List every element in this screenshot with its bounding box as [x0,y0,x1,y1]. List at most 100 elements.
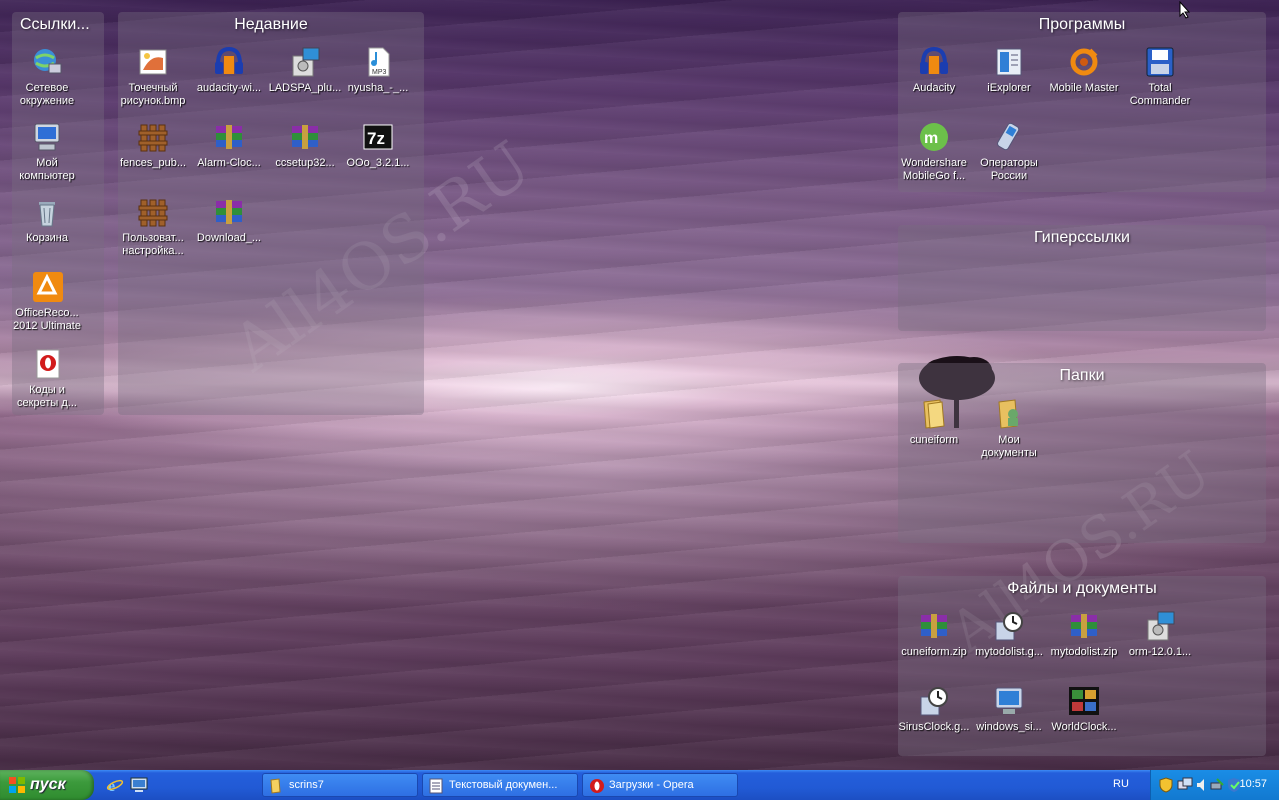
desktop-icon-ladspa[interactable]: LADSPA_plu... [266,46,344,95]
icon-label: fences_pub... [119,157,187,169]
desktop-icon-mobile-master[interactable]: Mobile Master [1045,46,1123,95]
folder-icon [270,778,281,794]
winrar-icon [213,121,245,153]
fence-folders[interactable]: Папки [898,363,1266,543]
winrar-icon [1068,610,1100,642]
start-button[interactable]: пуск [0,770,94,800]
icon-label: Download_... [196,232,262,244]
clock[interactable]: 10:57 [1239,778,1267,790]
icon-label: cuneiform.zip [901,646,967,658]
desktop-icon-officerecovery[interactable]: OfficeReco... 2012 Ultimate [8,271,86,333]
desktop-icon-siriusclock[interactable]: SirusClock.g... [895,685,973,734]
desktop-icon-iexplorer[interactable]: iExplorer [970,46,1048,95]
show-desktop-icon[interactable] [130,776,148,794]
desktop-icon-network[interactable]: Сетевое окружение [8,46,86,108]
desktop-icon-worldclock[interactable]: WorldClock... [1045,685,1123,734]
icon-label: Корзина [26,232,68,244]
desktop-icon-audacity[interactable]: Audacity [895,46,973,95]
my-documents-icon [993,398,1025,430]
usb-safely-remove-icon[interactable] [1209,777,1225,793]
icon-label: mytodolist.g... [975,646,1043,658]
desktop-icon-cuneiform-folder[interactable]: cuneiform [895,398,973,447]
mobile-master-icon [1068,46,1100,78]
task-label: Текстовый докумен... [449,779,558,791]
desktop-icon-opera-codes[interactable]: Коды и секреты д... [8,348,86,410]
system-tray: 10:57 [1150,770,1279,800]
desktop-icon-windows-si[interactable]: windows_si... [970,685,1048,734]
security-shield-icon[interactable] [1159,777,1173,793]
installer-icon [289,46,321,78]
task-scrins7[interactable]: scrins7 [262,773,418,797]
desktop-icon-bitmap[interactable]: Точечный рисунок.bmp [114,46,192,108]
icon-label: SirusClock.g... [898,721,970,733]
volume-icon[interactable] [1196,777,1206,793]
fence-hyperlinks[interactable]: Гиперссылки [898,225,1266,331]
notepad-icon [429,778,443,794]
desktop-icon-ooo[interactable]: 7z OOo_3.2.1... [339,121,417,170]
total-commander-icon [1144,46,1176,78]
icon-label: Total Commander [1129,82,1191,107]
desktop-icon-my-documents[interactable]: Мои документы [970,398,1048,460]
icon-label: orm-12.0.1... [1128,646,1192,658]
icon-label: nyusha_-_... [347,82,409,94]
icon-label: mytodolist.zip [1050,646,1118,658]
language-indicator[interactable]: RU [1113,778,1129,790]
icon-label: Audacity [912,82,956,94]
desktop-icon-recycle-bin[interactable]: Корзина [8,196,86,245]
ie-icon[interactable]: e [106,776,124,795]
icon-label: Пользоват... настройка... [122,232,184,257]
icon-label: OfficeReco... 2012 Ultimate [13,307,81,332]
desktop-icon-fences[interactable]: fences_pub... [114,121,192,170]
network-icon [31,46,63,78]
fence-title: Гиперссылки [1034,229,1130,246]
desktop-icon-orm[interactable]: orm-12.0.1... [1121,610,1199,659]
task-label: scrins7 [289,779,324,791]
winrar-icon [213,196,245,228]
desktop-icon-user-settings[interactable]: Пользоват... настройка... [114,196,192,258]
start-label: пуск [30,776,66,793]
svg-text:7z: 7z [367,129,385,148]
icon-label: Точечный рисунок.bmp [120,82,186,107]
desktop-icon-mytodolist-gadget[interactable]: mytodolist.g... [970,610,1048,659]
icon-label: ccsetup32... [275,157,335,169]
task-label: Загрузки - Opera [609,779,694,791]
icon-label: Alarm-Cloc... [197,157,261,169]
desktop-icon-alarm-clock[interactable]: Alarm-Cloc... [190,121,268,170]
network-tray-icon[interactable] [1177,777,1193,793]
fence-title: Ссылки... [20,16,90,33]
bitmap-icon [137,46,169,78]
icon-label: audacity-wi... [196,82,262,94]
7zip-icon: 7z [362,121,394,153]
task-text-document[interactable]: Текстовый докумен... [422,773,578,797]
icon-label: windows_si... [976,721,1042,733]
task-opera-downloads[interactable]: Загрузки - Opera [582,773,738,797]
windows-logo-icon [9,777,25,793]
audacity-icon [213,46,245,78]
svg-text:m: m [924,130,938,147]
icon-label: Wondershare MobileGo f... [901,157,967,182]
desktop-icon-nyusha-mp3[interactable]: MP3 nyusha_-_... [339,46,417,95]
desktop-icon-mobilego[interactable]: m Wondershare MobileGo f... [895,121,973,183]
desktop-icon-cuneiform-zip[interactable]: cuneiform.zip [895,610,973,659]
desktop-icon-ccsetup[interactable]: ccsetup32... [266,121,344,170]
icon-label: cuneiform [909,434,959,446]
office-recovery-icon [31,271,63,303]
desktop-icon-total-commander[interactable]: Total Commander [1121,46,1199,108]
svg-text:MP3: MP3 [372,69,387,76]
icon-label: WorldClock... [1051,721,1117,733]
windows-app-icon [993,685,1025,717]
mobilego-icon: m [918,121,950,153]
desktop-icon-operators[interactable]: Операторы России [970,121,1048,183]
icon-label: Мой компьютер [19,157,75,182]
desktop-icon-my-computer[interactable]: Мой компьютер [8,121,86,183]
icon-label: Мои документы [981,434,1037,459]
desktop-icon-audacity-installer[interactable]: audacity-wi... [190,46,268,95]
desktop-icon-mytodolist-zip[interactable]: mytodolist.zip [1045,610,1123,659]
iexplorer-icon [993,46,1025,78]
installer-icon [1144,610,1176,642]
desktop-icon-download[interactable]: Download_... [190,196,268,245]
icon-label: Mobile Master [1049,82,1119,94]
world-clock-icon [1068,685,1100,717]
fence-title: Файлы и документы [1007,580,1157,597]
fences-icon [137,121,169,153]
